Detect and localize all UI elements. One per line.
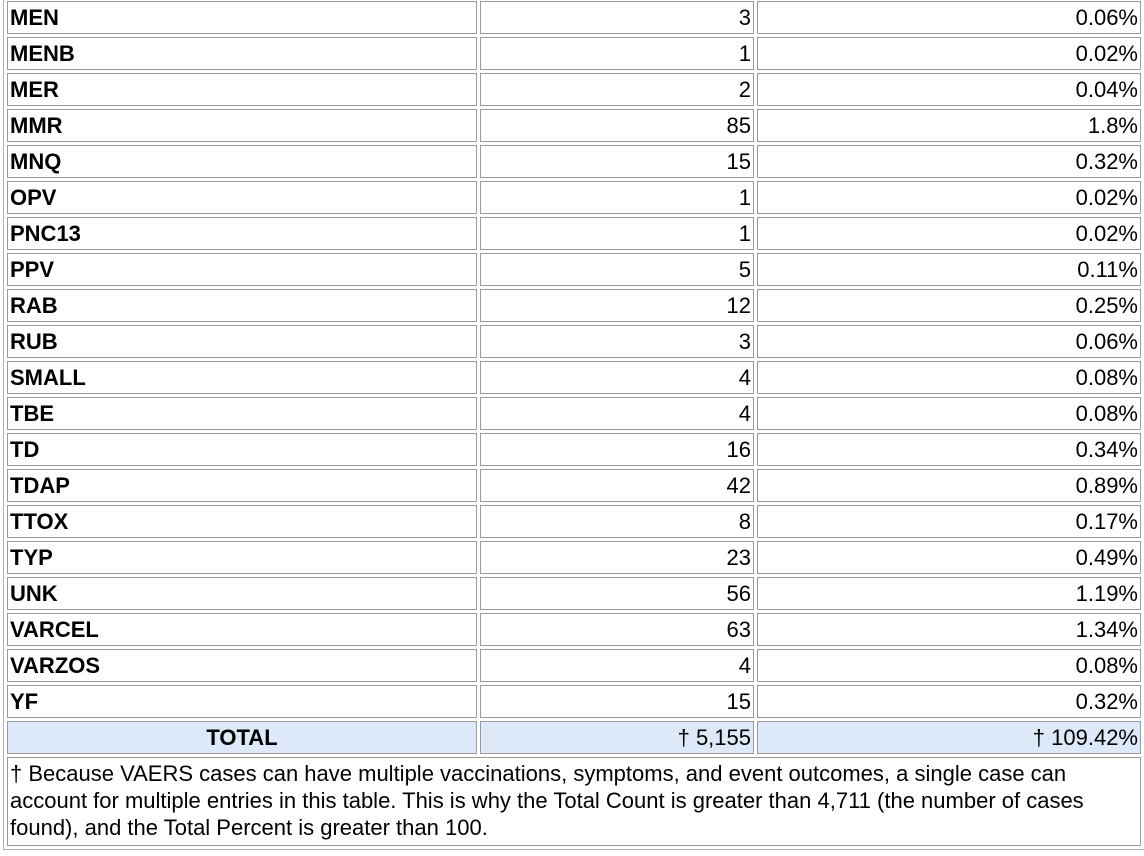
- vaccine-cell: TYP: [7, 541, 477, 574]
- count-cell: 15: [480, 685, 754, 718]
- table-row: VARZOS 4 0.08%: [7, 649, 1141, 682]
- percent-cell: 1.34%: [757, 613, 1141, 646]
- vaccine-cell: TDAP: [7, 469, 477, 502]
- count-cell: 8: [480, 505, 754, 538]
- vaccine-cell: OPV: [7, 181, 477, 214]
- percent-cell: 0.32%: [757, 685, 1141, 718]
- vaccine-cell: VARZOS: [7, 649, 477, 682]
- percent-cell: 0.32%: [757, 145, 1141, 178]
- table-body: MEN 3 0.06% MENB 1 0.02% MER 2 0.04% MMR 85 1.8% MNQ…: [7, 1, 1141, 718]
- count-cell: 16: [480, 433, 754, 466]
- percent-cell: 0.25%: [757, 289, 1141, 322]
- table-row: MEN 3 0.06%: [7, 1, 1141, 34]
- percent-cell: 0.06%: [757, 1, 1141, 34]
- total-label: TOTAL: [7, 721, 477, 754]
- percent-cell: 1.19%: [757, 577, 1141, 610]
- table-row: TBE 4 0.08%: [7, 397, 1141, 430]
- vaccine-cell: MER: [7, 73, 477, 106]
- percent-cell: 0.02%: [757, 37, 1141, 70]
- percent-cell: 0.08%: [757, 397, 1141, 430]
- count-cell: 3: [480, 1, 754, 34]
- table-row: SMALL 4 0.08%: [7, 361, 1141, 394]
- vaccine-cell: MENB: [7, 37, 477, 70]
- count-cell: 4: [480, 361, 754, 394]
- table-row: YF 15 0.32%: [7, 685, 1141, 718]
- vaccine-cell: TD: [7, 433, 477, 466]
- vaccine-cell: YF: [7, 685, 477, 718]
- count-cell: 3: [480, 325, 754, 358]
- vaccine-cell: SMALL: [7, 361, 477, 394]
- vaccine-cell: TTOX: [7, 505, 477, 538]
- table-row: TYP 23 0.49%: [7, 541, 1141, 574]
- total-count: † 5,155: [480, 721, 754, 754]
- vaccine-cell: TBE: [7, 397, 477, 430]
- table-row: MNQ 15 0.32%: [7, 145, 1141, 178]
- count-cell: 15: [480, 145, 754, 178]
- vaccine-cell: MNQ: [7, 145, 477, 178]
- count-cell: 63: [480, 613, 754, 646]
- table-row: RUB 3 0.06%: [7, 325, 1141, 358]
- count-cell: 2: [480, 73, 754, 106]
- vaccine-results-table: MEN 3 0.06% MENB 1 0.02% MER 2 0.04% MMR 85 1.8% MNQ…: [3, 0, 1144, 850]
- count-cell: 85: [480, 109, 754, 142]
- percent-cell: 1.8%: [757, 109, 1141, 142]
- percent-cell: 0.49%: [757, 541, 1141, 574]
- table-row: PNC13 1 0.02%: [7, 217, 1141, 250]
- percent-cell: 0.89%: [757, 469, 1141, 502]
- vaccine-cell: UNK: [7, 577, 477, 610]
- count-cell: 56: [480, 577, 754, 610]
- table-row: VARCEL 63 1.34%: [7, 613, 1141, 646]
- count-cell: 4: [480, 649, 754, 682]
- percent-cell: 0.08%: [757, 361, 1141, 394]
- vaccine-cell: PNC13: [7, 217, 477, 250]
- count-cell: 5: [480, 253, 754, 286]
- percent-cell: 0.34%: [757, 433, 1141, 466]
- count-cell: 4: [480, 397, 754, 430]
- vaccine-cell: MEN: [7, 1, 477, 34]
- percent-cell: 0.11%: [757, 253, 1141, 286]
- count-cell: 1: [480, 181, 754, 214]
- percent-cell: 0.02%: [757, 217, 1141, 250]
- vaccine-cell: MMR: [7, 109, 477, 142]
- total-row: TOTAL † 5,155 † 109.42%: [7, 721, 1141, 754]
- table-row: RAB 12 0.25%: [7, 289, 1141, 322]
- table-row: TD 16 0.34%: [7, 433, 1141, 466]
- percent-cell: 0.04%: [757, 73, 1141, 106]
- table-row: UNK 56 1.19%: [7, 577, 1141, 610]
- table-row: TDAP 42 0.89%: [7, 469, 1141, 502]
- total-percent: † 109.42%: [757, 721, 1141, 754]
- vaccine-cell: VARCEL: [7, 613, 477, 646]
- count-cell: 1: [480, 217, 754, 250]
- percent-cell: 0.02%: [757, 181, 1141, 214]
- percent-cell: 0.17%: [757, 505, 1141, 538]
- percent-cell: 0.06%: [757, 325, 1141, 358]
- table-row: MER 2 0.04%: [7, 73, 1141, 106]
- table-row: TTOX 8 0.17%: [7, 505, 1141, 538]
- vaccine-cell: PPV: [7, 253, 477, 286]
- vaccine-cell: RAB: [7, 289, 477, 322]
- percent-cell: 0.08%: [757, 649, 1141, 682]
- table-row: MMR 85 1.8%: [7, 109, 1141, 142]
- footnote-row: † Because VAERS cases can have multiple …: [7, 757, 1141, 846]
- count-cell: 12: [480, 289, 754, 322]
- table-row: PPV 5 0.11%: [7, 253, 1141, 286]
- count-cell: 23: [480, 541, 754, 574]
- count-cell: 1: [480, 37, 754, 70]
- vaccine-cell: RUB: [7, 325, 477, 358]
- table-row: MENB 1 0.02%: [7, 37, 1141, 70]
- table-row: OPV 1 0.02%: [7, 181, 1141, 214]
- footnote-text: † Because VAERS cases can have multiple …: [7, 757, 1141, 846]
- count-cell: 42: [480, 469, 754, 502]
